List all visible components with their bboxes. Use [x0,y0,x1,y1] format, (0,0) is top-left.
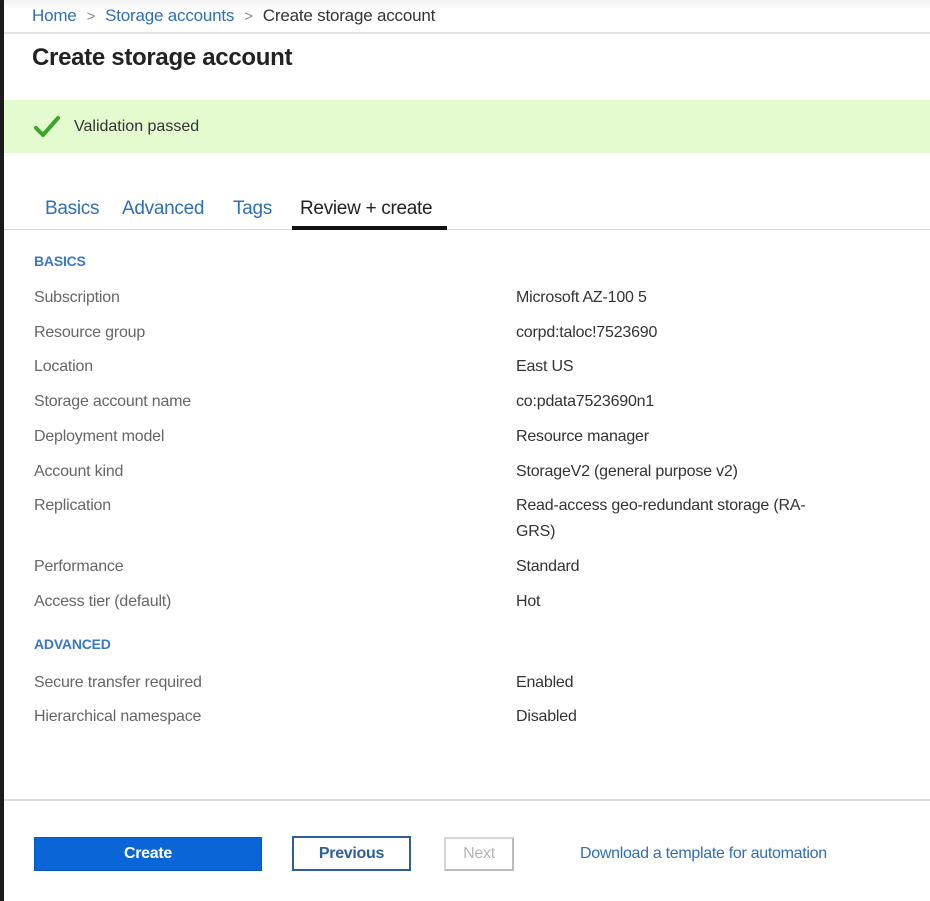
breadcrumb-separator-icon: > [86,7,96,25]
footer-divider [4,799,930,801]
previous-button[interactable]: Previous [292,836,411,871]
tab-advanced[interactable]: Advanced [122,198,204,220]
row-value: East US [516,358,574,375]
breadcrumb-storage-accounts[interactable]: Storage accounts [105,6,234,26]
validation-banner: Validation passed [4,100,930,153]
tab-basics[interactable]: Basics [45,198,99,220]
row-label: Account kind [34,463,124,480]
active-tab-indicator [292,226,447,230]
create-button[interactable]: Create [34,837,262,871]
row-label: Resource group [34,324,146,341]
row-label: Hierarchical namespace [34,708,202,725]
row-value: co:pdata7523690n1 [516,393,655,410]
row-label: Location [34,358,93,375]
next-button[interactable]: Next [444,837,514,871]
row-value: StorageV2 (general purpose v2) [516,463,738,480]
row-value: Standard [516,558,580,575]
row-value: corpd:taloc!7523690 [516,324,658,341]
download-template-link[interactable]: Download a template for automation [580,845,827,863]
row-value: Read-access geo-redundant storage (RA-GR… [516,497,806,540]
row-value: Resource manager [516,428,649,445]
breadcrumb: Home > Storage accounts > Create storage… [4,0,930,34]
row-label: Replication [34,497,111,514]
row-label: Subscription [34,289,120,306]
tab-tags[interactable]: Tags [233,198,272,220]
row-value: Hot [516,593,541,610]
row-label: Deployment model [34,428,165,445]
checkmark-icon [34,115,60,137]
row-label: Performance [34,558,124,575]
breadcrumb-home[interactable]: Home [32,6,77,26]
tab-review-create[interactable]: Review + create [300,198,433,220]
row-label: Secure transfer required [34,674,202,691]
row-label: Access tier (default) [34,593,172,610]
page-title: Create storage account [32,44,293,71]
row-value: Microsoft AZ-100 5 [516,289,647,306]
breadcrumb-separator-icon: > [244,7,253,25]
breadcrumb-current: Create storage account [262,6,436,25]
validation-message: Validation passed [74,117,200,135]
tab-bar: Basics Advanced Tags Review + create [4,192,930,230]
section-heading-advanced: ADVANCED [34,636,111,652]
section-heading-basics: BASICS [34,253,86,269]
create-storage-account-page: Home > Storage accounts > Create storage… [0,0,930,901]
row-value: Disabled [516,708,577,725]
row-value: Enabled [516,674,574,691]
row-label: Storage account name [34,393,191,410]
